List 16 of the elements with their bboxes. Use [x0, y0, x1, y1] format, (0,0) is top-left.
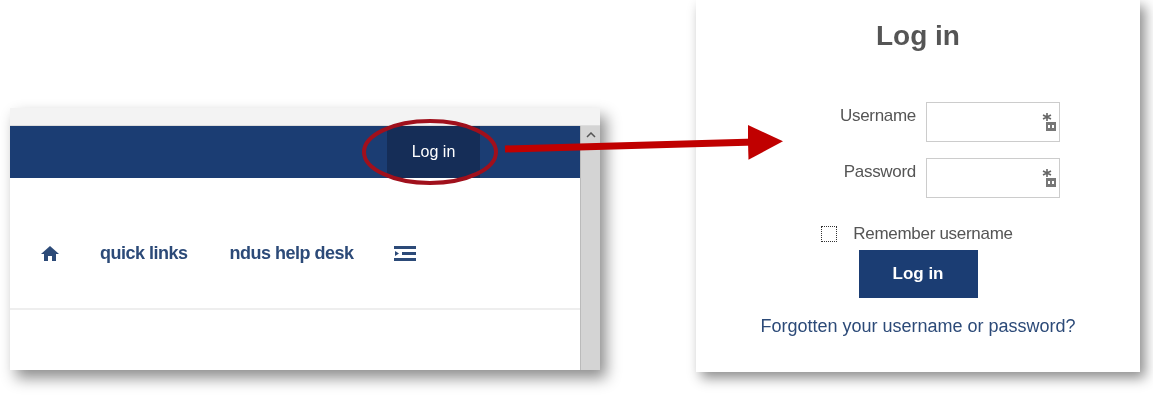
login-button[interactable]: Log in — [858, 250, 978, 298]
login-button[interactable]: Log in — [387, 126, 480, 178]
input-field[interactable] — [926, 102, 1060, 142]
field-label: Password — [842, 162, 916, 182]
forgot-password-link[interactable]: Forgotten your username or password? — [760, 316, 1076, 337]
input-field[interactable] — [926, 158, 1060, 198]
field-label: Username — [838, 106, 916, 126]
home-icon[interactable] — [40, 244, 60, 262]
nav-link[interactable]: ndus help desk — [229, 242, 354, 264]
remember-label: Remember username — [853, 224, 1013, 244]
nav-link[interactable]: quick links — [100, 242, 188, 264]
scroll-up-icon[interactable] — [585, 132, 596, 138]
scrollbar[interactable] — [580, 126, 600, 370]
panel-title: Log in — [876, 20, 960, 52]
menu-icon[interactable] — [393, 245, 416, 261]
remember-checkbox[interactable] — [821, 226, 838, 242]
